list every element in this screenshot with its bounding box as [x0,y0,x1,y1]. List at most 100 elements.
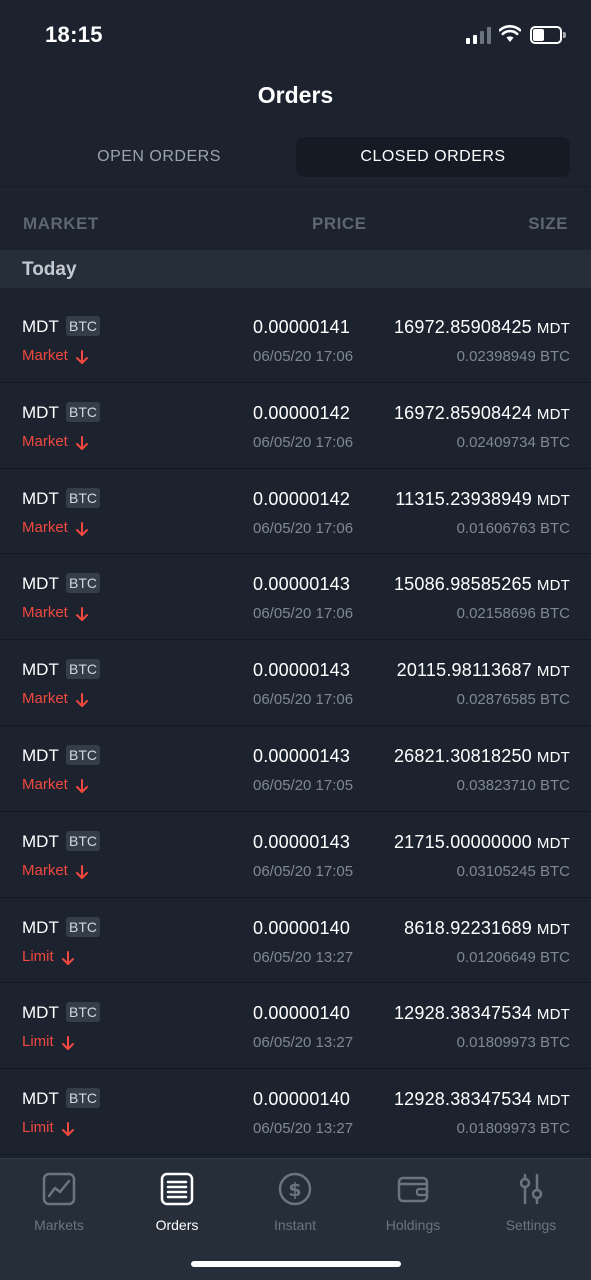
arrow-down-icon [62,950,74,965]
order-row[interactable]: MDT BTC Market 0.00000142 06/05/20 17:06 1131… [0,469,591,555]
section-title: Today [22,259,77,280]
order-row[interactable]: MDT BTC Market 0.00000143 06/05/20 17:06 2011… [0,640,591,726]
order-market: MDT [22,745,59,765]
order-size-unit: MDT [536,491,570,509]
nav-label: Orders [155,1217,199,1233]
order-row[interactable]: MDT BTC Limit 0.00000140 06/05/20 13:27 12928… [0,983,591,1070]
arrow-down-icon [76,607,88,622]
home-indicator [191,1261,401,1267]
order-date: 06/05/20 13:27 [253,1034,354,1052]
status-bar: 18:15 [0,0,591,70]
order-total: 0.02409734 BTC [456,433,570,451]
nav-markets[interactable]: Markets [0,1171,118,1233]
order-size-value: 21715.00000000 [393,831,532,852]
nav-label: Settings [505,1217,557,1233]
order-market: MDT [22,917,59,937]
nav-orders[interactable]: Orders [118,1171,236,1233]
order-date: 06/05/20 13:27 [253,948,354,966]
order-total: 0.03823710 BTC [456,776,570,794]
order-market: MDT [22,574,59,594]
order-date: 06/05/20 17:05 [253,776,354,794]
order-row[interactable]: MDT BTC Market 0.00000142 06/05/20 17:06 1697… [0,383,591,469]
order-type: Market [22,861,68,879]
arrow-down-icon [76,350,88,364]
order-row[interactable]: MDT BTC Market 0.00000143 06/05/20 17:05 2682… [0,726,591,812]
order-size: 8618.92231689 MDT [404,918,570,939]
order-price: 0.00000143 [253,745,351,766]
order-price: 0.00000140 [253,1089,351,1110]
order-size-unit: MDT [536,405,570,423]
column-size: SIZE [528,214,568,233]
order-row[interactable]: MDT BTC Limit 0.00000140 06/05/20 13:27 8618.… [0,898,591,984]
order-type: Limit [22,1119,54,1137]
order-row[interactable]: MDT BTC Market 0.00000141 06/05/20 17:06 1697… [0,297,591,383]
order-size-value: 8618.92231689 [404,917,532,938]
section-header: Today [0,250,591,288]
order-size: 12928.38347534 MDT [394,1003,570,1024]
order-row[interactable]: MDT BTC Market 0.00000143 06/05/20 17:05 2171… [0,812,591,898]
order-total: 0.02158696 BTC [456,605,570,623]
order-date: 06/05/20 17:06 [253,348,354,365]
nav-instant[interactable]: $ Instant [236,1171,354,1233]
order-quote-badge: BTC [66,659,100,680]
order-size-unit: MDT [536,834,570,852]
order-type: Market [22,604,68,622]
order-price: 0.00000141 [253,317,351,337]
order-size: 16972.85908424 MDT [394,403,570,424]
sliders-icon [519,1173,543,1205]
order-row[interactable]: MDT BTC Market 0.00000143 06/05/20 17:06 1508… [0,554,591,641]
column-header: MARKET PRICE SIZE [0,200,591,248]
order-market: MDT [22,402,59,422]
order-market: MDT [22,1089,59,1109]
nav-holdings[interactable]: Holdings [354,1171,472,1233]
order-size-unit: MDT [536,920,570,938]
order-type: Market [22,775,68,793]
order-quote-badge: BTC [66,830,100,851]
order-type: Market [22,347,68,364]
wallet-icon [397,1176,429,1203]
column-market: MARKET [23,214,99,233]
order-quote-badge: BTC [66,916,100,937]
order-quote-badge: BTC [66,573,100,594]
order-size: 26821.30818250 MDT [394,746,570,767]
order-total: 0.02398949 BTC [456,348,570,365]
order-price: 0.00000143 [253,831,351,852]
tab-open-orders[interactable]: OPEN ORDERS [22,137,296,177]
order-date: 06/05/20 17:06 [253,605,354,623]
order-size-unit: MDT [536,320,570,337]
order-quote-badge: BTC [66,316,100,336]
nav-label: Holdings [385,1217,441,1233]
order-date: 06/05/20 17:06 [253,433,354,451]
order-row[interactable]: MDT BTC Limit 0.00000140 06/05/20 13:27 12928… [0,1069,591,1155]
order-price: 0.00000143 [253,660,351,681]
order-price: 0.00000143 [253,574,351,595]
order-size: 11315.23938949 MDT [395,489,570,510]
order-size-value: 11315.23938949 [395,488,532,509]
cellular-signal-icon [466,26,492,44]
order-size-unit: MDT [536,577,570,595]
arrow-down-icon [76,693,88,708]
order-market: MDT [22,317,59,336]
order-size-value: 12928.38347534 [393,1089,532,1110]
order-date: 06/05/20 17:06 [253,691,354,709]
order-market: MDT [22,488,59,508]
order-date: 06/05/20 17:06 [253,519,354,537]
order-price: 0.00000142 [253,488,351,509]
order-size-unit: MDT [536,748,570,766]
nav-settings[interactable]: Settings [472,1171,590,1233]
order-size: 15086.98585265 MDT [394,574,570,595]
chart-icon [42,1172,76,1206]
orders-list: MDT BTC Market 0.00000141 06/05/20 17:06 1697… [0,297,591,1155]
order-type: Market [22,690,68,708]
tab-closed-orders[interactable]: CLOSED ORDERS [296,137,570,177]
order-market: MDT [22,831,59,851]
status-time: 18:15 [45,22,103,47]
arrow-down-icon [76,778,88,793]
order-total: 0.01606763 BTC [456,519,570,537]
wifi-icon [499,25,521,42]
tabs-divider [0,186,591,187]
order-total: 0.01809973 BTC [456,1034,570,1052]
order-quote-badge: BTC [66,487,100,508]
order-size-value: 26821.30818250 [393,745,532,766]
arrow-down-icon [62,1122,74,1137]
